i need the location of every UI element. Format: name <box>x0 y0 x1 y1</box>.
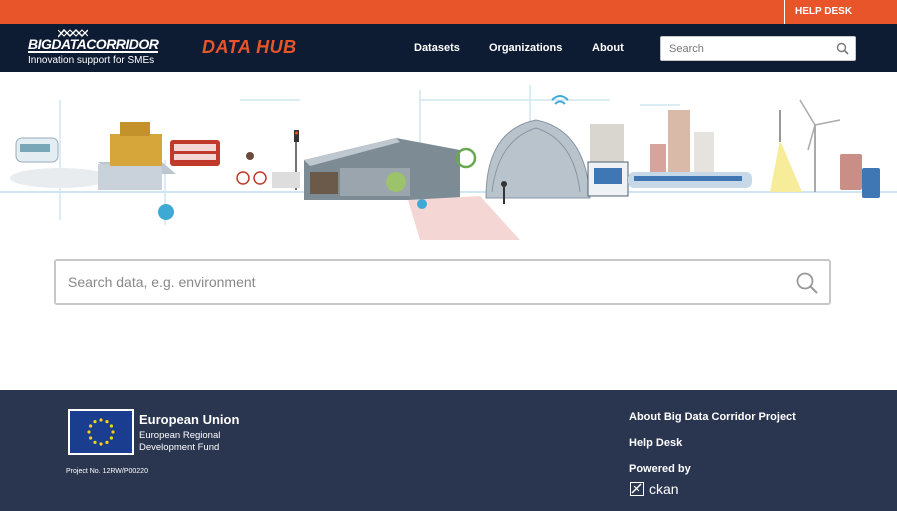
eu-title: European Union <box>139 412 240 427</box>
main-search-input[interactable] <box>56 261 756 303</box>
header: BIGDATACORRIDOR Innovation support for S… <box>0 24 897 72</box>
nav-datasets[interactable]: Datasets <box>414 42 460 54</box>
powered-by-label: Powered by <box>629 463 691 475</box>
logo-title: BIGDATACORRIDOR <box>28 36 159 53</box>
hub-title: DATA HUB <box>202 37 297 57</box>
ckan-logo-icon <box>630 482 644 496</box>
eu-subtitle: European Regional Development Fund <box>139 430 221 453</box>
project-number: Project No. 12RW/P00220 <box>66 468 148 475</box>
logo[interactable]: BIGDATACORRIDOR Innovation support for S… <box>24 28 192 68</box>
ckan-link[interactable]: ckan <box>630 481 679 497</box>
hero-illustration <box>0 85 897 240</box>
eu-flag-icon <box>68 409 134 455</box>
header-search-input[interactable] <box>661 37 821 60</box>
nav-organizations[interactable]: Organizations <box>489 42 562 54</box>
ckan-label: ckan <box>649 481 679 497</box>
footer: European Union European Regional Develop… <box>0 390 897 511</box>
nav-about[interactable]: About <box>592 42 624 54</box>
logo-subtitle: Innovation support for SMEs <box>28 55 155 66</box>
main-search <box>54 259 831 305</box>
footer-link-help-desk[interactable]: Help Desk <box>629 437 682 449</box>
help-desk-link[interactable]: HELP DESK <box>784 0 897 24</box>
top-bar: HELP DESK <box>0 0 897 24</box>
footer-link-about-project[interactable]: About Big Data Corridor Project <box>629 411 796 423</box>
search-icon[interactable] <box>795 271 819 295</box>
search-icon[interactable] <box>836 42 849 55</box>
header-search <box>660 36 856 61</box>
